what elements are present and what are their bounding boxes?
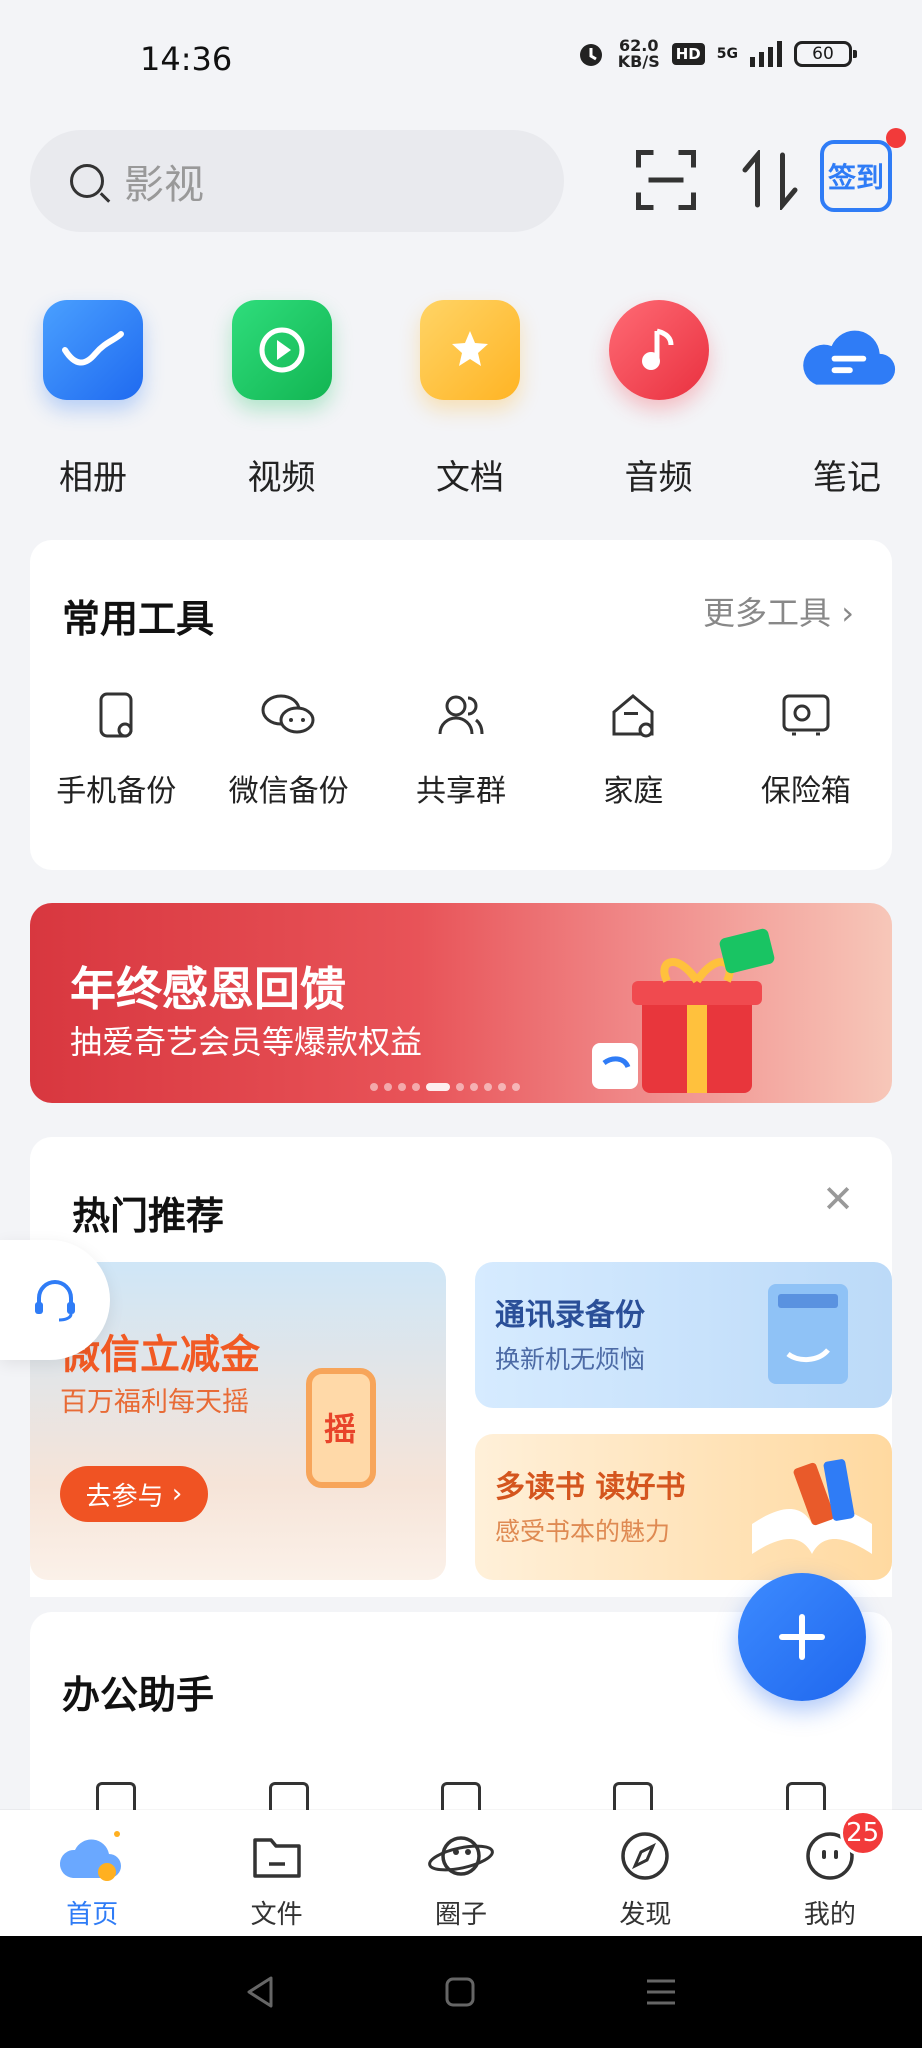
- hd-icon: HD: [671, 43, 705, 65]
- common-tools-card: 常用工具 更多工具 › 手机备份 微信备份 共享群 家庭 保险箱: [30, 540, 892, 870]
- check-in-badge-dot: [886, 128, 906, 148]
- wechat-icon: [261, 694, 315, 734]
- network-type: 5G: [716, 46, 738, 62]
- add-button[interactable]: [738, 1573, 866, 1701]
- document-folder-icon: [420, 300, 520, 400]
- compass-icon: [621, 1832, 670, 1880]
- quick-entries: 相册 视频 文档 音频 笔记: [0, 300, 922, 499]
- join-button[interactable]: 去参与 ›: [60, 1466, 208, 1522]
- recents-menu-icon[interactable]: [645, 1977, 677, 2007]
- contacts-book-illustration: [768, 1284, 848, 1384]
- status-icons: 62.0 KB/S HD 5G 60: [576, 36, 857, 71]
- office-tool-pdf[interactable]: [30, 1782, 202, 1812]
- search-placeholder: 影视: [124, 162, 204, 208]
- promo-reading-title: 多读书 读好书: [495, 1470, 686, 1505]
- headset-icon: [35, 1280, 75, 1322]
- tab-mine[interactable]: 我的 25: [738, 1810, 922, 1936]
- quick-entry-audio[interactable]: 音频: [604, 300, 714, 499]
- signal-icon: [750, 41, 782, 67]
- promo-contacts-title: 通讯录备份: [495, 1298, 645, 1333]
- promo-contacts-subtitle: 换新机无烦恼: [495, 1345, 646, 1374]
- tab-discover[interactable]: 发现: [553, 1810, 737, 1936]
- scan-doc-icon: [613, 1782, 654, 1812]
- status-time: 14:36: [140, 40, 233, 78]
- promo-reading-subtitle: 感受书本的魅力: [495, 1517, 671, 1546]
- tool-family[interactable]: 家庭: [547, 690, 719, 810]
- office-tool-text[interactable]: [375, 1782, 547, 1812]
- tab-files[interactable]: 文件: [184, 1810, 368, 1936]
- planet-icon: [428, 1836, 494, 1876]
- more-tools-link[interactable]: 更多工具 ›: [703, 588, 854, 634]
- tool-shared-group[interactable]: 共享群: [375, 690, 547, 810]
- tab-circle[interactable]: 圈子: [369, 1810, 553, 1936]
- text-recognize-icon: [441, 1782, 482, 1812]
- quick-entry-album[interactable]: 相册: [38, 300, 148, 499]
- tab-home[interactable]: 首页: [0, 1810, 184, 1936]
- hot-title: 热门推荐: [72, 1194, 225, 1238]
- group-icon: [438, 695, 484, 735]
- search-icon: [70, 164, 104, 198]
- network-speed: 62.0 KB/S: [617, 36, 660, 71]
- home-nav-icon[interactable]: [445, 1977, 475, 2007]
- hot-recommend-card: 热门推荐 ✕ 微信立减金 百万福利每天摇 去参与 › 摇 通讯录备份 换新机无烦…: [30, 1137, 892, 1597]
- phone-backup-icon: [99, 692, 133, 738]
- note-cloud-icon: [797, 300, 897, 400]
- office-title: 办公助手: [62, 1673, 215, 1717]
- scan-icon[interactable]: [636, 150, 696, 210]
- tool-safe-box[interactable]: 保险箱: [720, 690, 892, 810]
- transfer-icon[interactable]: [740, 150, 800, 210]
- alarm-icon: [579, 44, 602, 66]
- home-icon: [612, 694, 654, 738]
- gift-box-illustration: [592, 928, 775, 1093]
- pdf-tool-icon: [96, 1782, 137, 1812]
- bottom-tab-bar: 首页 文件 圈子 发现 我的 25: [0, 1810, 922, 1936]
- album-icon: [43, 300, 143, 400]
- quick-entry-document[interactable]: 文档: [415, 300, 525, 499]
- tool-wechat-backup[interactable]: 微信备份: [202, 690, 374, 810]
- video-icon: [231, 300, 332, 400]
- tool-phone-backup[interactable]: 手机备份: [30, 690, 202, 810]
- folder-icon: [252, 1838, 301, 1878]
- phone-illustration: 摇: [306, 1368, 376, 1488]
- tool-row: 手机备份 微信备份 共享群 家庭 保险箱: [30, 690, 892, 810]
- battery-icon: 60: [794, 41, 857, 67]
- promo-banner[interactable]: 年终感恩回馈 抽爱奇艺会员等爆款权益: [30, 903, 892, 1103]
- status-bar: 14:36 62.0 KB/S HD 5G 60: [0, 0, 922, 120]
- quick-entry-notes[interactable]: 笔记: [792, 300, 902, 499]
- safe-icon: [782, 694, 830, 736]
- promo-contacts-backup[interactable]: 通讯录备份 换新机无烦恼: [475, 1262, 892, 1408]
- doc-icon: [785, 1782, 826, 1812]
- home-cloud-icon: [60, 1831, 122, 1881]
- office-tool-edit[interactable]: [202, 1782, 374, 1812]
- notification-badge: 25: [839, 1810, 886, 1856]
- office-tool-more[interactable]: [720, 1782, 892, 1812]
- banner-subtitle: 抽爱奇艺会员等爆款权益: [70, 1023, 423, 1061]
- office-tool-scan[interactable]: [547, 1782, 719, 1812]
- common-tools-title: 常用工具: [62, 597, 215, 641]
- music-icon: [608, 300, 709, 400]
- close-icon[interactable]: ✕: [822, 1177, 854, 1221]
- edit-doc-icon: [268, 1782, 309, 1812]
- promo-reading[interactable]: 多读书 读好书 感受书本的魅力: [475, 1434, 892, 1580]
- office-tool-row: [30, 1782, 892, 1812]
- system-navigation-bar: [0, 1936, 922, 2048]
- check-in-button[interactable]: 签到: [820, 140, 892, 212]
- banner-title: 年终感恩回馈: [70, 962, 346, 1016]
- quick-entry-video[interactable]: 视频: [227, 300, 337, 499]
- book-illustration: [752, 1459, 872, 1554]
- back-icon[interactable]: [245, 1975, 275, 2009]
- banner-pagination: [370, 1083, 520, 1091]
- promo-wechat-subtitle: 百万福利每天摇: [60, 1387, 249, 1418]
- search-input[interactable]: 影视: [30, 130, 564, 232]
